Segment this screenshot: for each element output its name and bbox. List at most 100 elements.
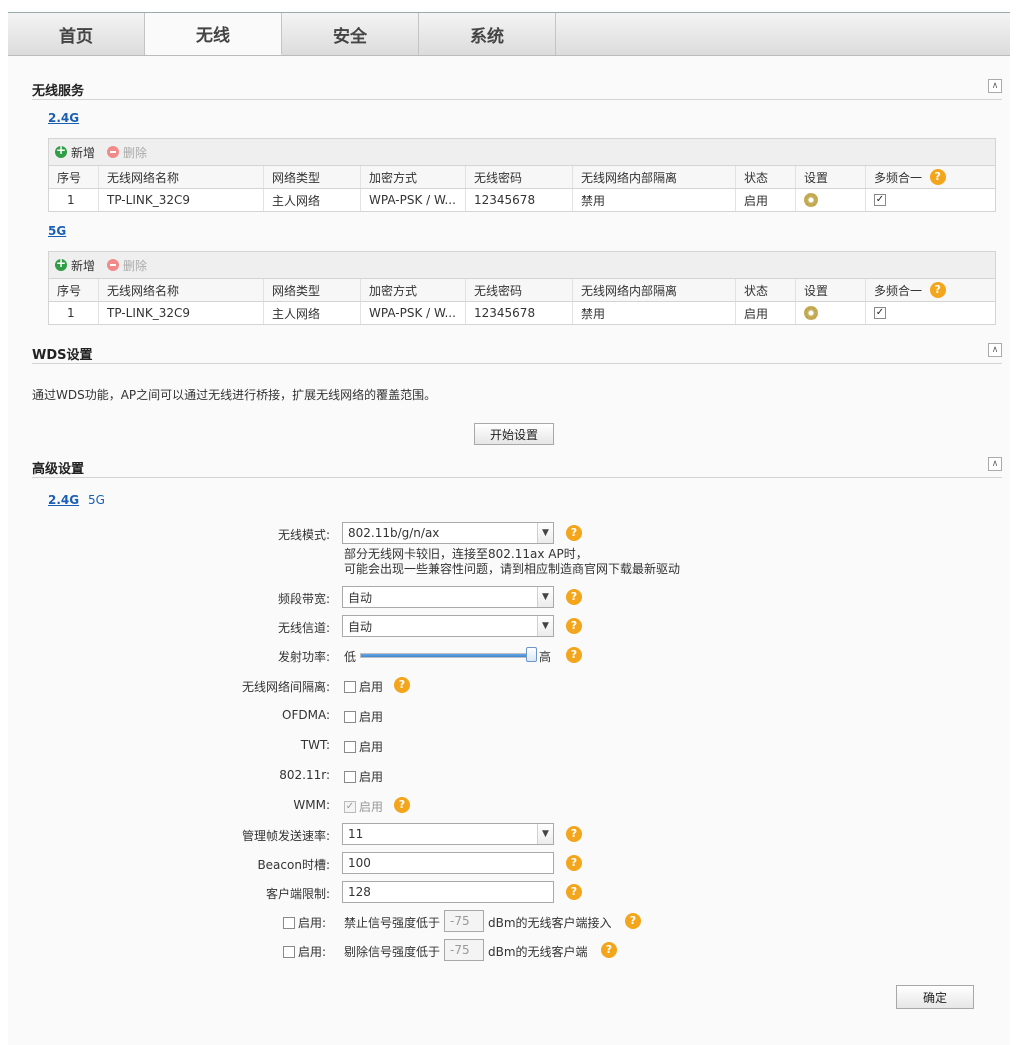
wmm-checkbox: ✓ xyxy=(344,800,356,813)
add-button[interactable]: 新增 xyxy=(55,143,95,161)
delete-icon xyxy=(107,259,120,271)
tx-power-fill xyxy=(361,654,526,657)
band-link-2g[interactable]: 2.4G xyxy=(48,111,79,125)
help-icon[interactable]: ? xyxy=(566,589,582,605)
option-label: 启用 xyxy=(359,770,384,784)
mgmt-rate-select[interactable]: 11 ▼ xyxy=(342,823,554,845)
beacon-input[interactable]: 100 xyxy=(342,852,554,874)
kick-weak-input[interactable]: -75 xyxy=(444,939,484,961)
confirm-button[interactable]: 确定 xyxy=(896,985,974,1009)
help-icon[interactable]: ? xyxy=(566,647,582,663)
add-button[interactable]: 新增 xyxy=(55,256,95,274)
channel-select[interactable]: 自动 ▼ xyxy=(342,615,554,637)
cell-password: 12345678 xyxy=(466,189,573,211)
col-multiband: 多频合一 ? xyxy=(866,279,995,301)
option-label: 启用 xyxy=(359,740,384,754)
help-icon[interactable]: ? xyxy=(601,942,617,958)
tab-wireless[interactable]: 无线 xyxy=(145,13,282,55)
delete-button[interactable]: 删除 xyxy=(107,144,147,161)
gear-icon[interactable] xyxy=(804,193,818,207)
twt-checkbox[interactable] xyxy=(344,740,356,753)
col-status: 状态 xyxy=(736,166,796,188)
kick-weak-checkbox[interactable] xyxy=(283,945,295,958)
wireless-table-5g: 新增 删除 序号 无线网络名称 网络类型 加密方式 无线密码 无线网络内部隔离 … xyxy=(48,251,996,325)
band-link-5g[interactable]: 5G xyxy=(48,224,66,238)
table-header: 序号 无线网络名称 网络类型 加密方式 无线密码 无线网络内部隔离 状态 设置 … xyxy=(48,279,996,302)
adv-band-2g[interactable]: 2.4G xyxy=(48,493,79,507)
help-icon[interactable]: ? xyxy=(929,282,946,298)
col-status: 状态 xyxy=(736,279,796,301)
cell-type: 主人网络 xyxy=(264,189,361,211)
help-icon[interactable]: ? xyxy=(566,855,582,871)
collapse-icon[interactable]: ∧ xyxy=(988,79,1002,93)
kick-weak-prefix: 剔除信号强度低于 xyxy=(344,945,441,959)
table-row: 1 TP-LINK_32C9 主人网络 WPA-PSK / W... 12345… xyxy=(48,302,996,325)
isolation-checkbox[interactable] xyxy=(344,680,356,693)
kick-weak-suffix: dBm的无线客户端 xyxy=(488,945,588,959)
table-toolbar: 新增 删除 xyxy=(48,251,996,279)
bandwidth-label: 频段带宽: xyxy=(277,592,330,606)
col-settings: 设置 xyxy=(796,166,866,188)
ofdma-checkbox[interactable] xyxy=(344,710,356,723)
collapse-icon[interactable]: ∧ xyxy=(988,457,1002,471)
cell-multiband: ✓ xyxy=(866,302,995,324)
deny-weak-enable: 启用: xyxy=(283,914,326,931)
multiband-checkbox[interactable]: ✓ xyxy=(874,307,886,319)
deny-weak-input[interactable]: -75 xyxy=(444,910,484,932)
r80211-option: 启用 xyxy=(344,768,383,785)
col-password: 无线密码 xyxy=(466,279,573,301)
collapse-icon[interactable]: ∧ xyxy=(988,343,1002,357)
help-icon[interactable]: ? xyxy=(394,797,410,813)
multiband-checkbox[interactable]: ✓ xyxy=(874,194,886,206)
tx-power-knob[interactable] xyxy=(526,647,537,662)
deny-weak-checkbox[interactable] xyxy=(283,916,295,929)
col-password: 无线密码 xyxy=(466,166,573,188)
isolation-label: 无线网络间隔离: xyxy=(241,680,330,694)
cell-isolation: 禁用 xyxy=(573,189,736,211)
col-type: 网络类型 xyxy=(264,279,361,301)
help-icon[interactable]: ? xyxy=(394,677,410,693)
wireless-table-2g: 新增 删除 序号 无线网络名称 网络类型 加密方式 无线密码 无线网络内部隔离 … xyxy=(48,138,996,212)
col-index: 序号 xyxy=(49,166,99,188)
help-icon[interactable]: ? xyxy=(566,884,582,900)
wireless-mode-value: 802.11b/g/n/ax xyxy=(348,526,440,540)
wireless-mode-note: 部分无线网卡较旧，连接至802.11ax AP时， 可能会出现一些兼容性问题，请到… xyxy=(344,547,680,577)
section-title: 高级设置 xyxy=(32,462,85,477)
delete-button[interactable]: 删除 xyxy=(107,257,147,274)
table-row: 1 TP-LINK_32C9 主人网络 WPA-PSK / W... 12345… xyxy=(48,189,996,212)
tab-security[interactable]: 安全 xyxy=(282,13,419,55)
wmm-label: WMM: xyxy=(293,798,330,812)
help-icon[interactable]: ? xyxy=(625,913,641,929)
deny-weak-suffix: dBm的无线客户端接入 xyxy=(488,916,612,930)
r80211-checkbox[interactable] xyxy=(344,770,356,783)
wds-start-button[interactable]: 开始设置 xyxy=(474,423,554,445)
note-line: 部分无线网卡较旧，连接至802.11ax AP时， xyxy=(344,547,588,561)
wds-description: 通过WDS功能，AP之间可以通过无线进行桥接，扩展无线网络的覆盖范围。 xyxy=(32,388,437,402)
col-isolation: 无线网络内部隔离 xyxy=(573,166,736,188)
help-icon[interactable]: ? xyxy=(929,169,946,185)
client-limit-label: 客户端限制: xyxy=(265,887,330,901)
option-label: 启用: xyxy=(298,945,327,959)
help-icon[interactable]: ? xyxy=(566,618,582,634)
col-multiband-label: 多频合一 xyxy=(874,283,923,298)
gear-icon[interactable] xyxy=(804,306,818,320)
tab-system[interactable]: 系统 xyxy=(419,13,556,55)
help-icon[interactable]: ? xyxy=(566,525,582,541)
chevron-down-icon: ▼ xyxy=(537,616,553,636)
cell-settings xyxy=(796,302,866,324)
tx-power-low: 低 xyxy=(344,650,357,664)
channel-value: 自动 xyxy=(348,619,373,634)
advanced-header: 高级设置 ∧ xyxy=(32,456,1002,478)
adv-band-5g[interactable]: 5G xyxy=(88,493,105,507)
twt-option: 启用 xyxy=(344,738,383,755)
col-encryption: 加密方式 xyxy=(361,166,466,188)
wireless-mode-select[interactable]: 802.11b/g/n/ax ▼ xyxy=(342,522,554,544)
bandwidth-select[interactable]: 自动 ▼ xyxy=(342,586,554,608)
channel-label: 无线信道: xyxy=(277,621,330,635)
tab-home[interactable]: 首页 xyxy=(8,13,145,55)
wds-header: WDS设置 ∧ xyxy=(32,342,1002,364)
help-icon[interactable]: ? xyxy=(566,826,582,842)
client-limit-input[interactable]: 128 xyxy=(342,881,554,903)
option-label: 启用 xyxy=(359,800,384,814)
section-title: 无线服务 xyxy=(32,84,85,99)
